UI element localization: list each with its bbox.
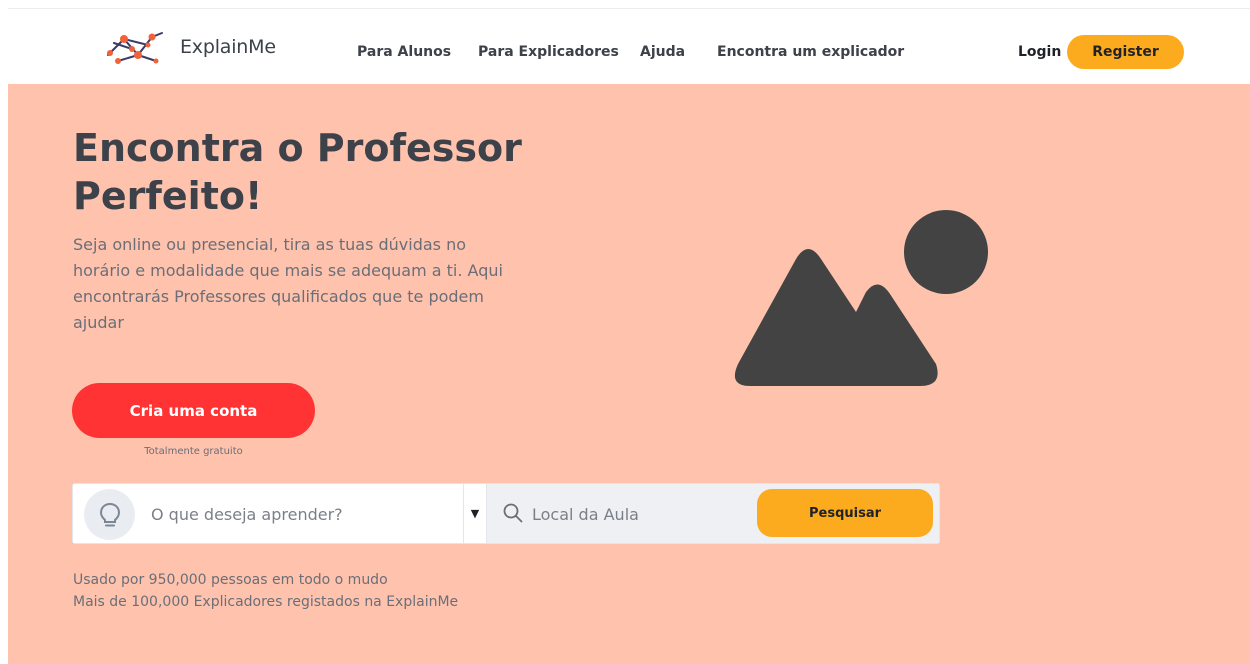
headline-line-2: Perfeito! [73, 174, 263, 218]
chevron-down-icon: ▼ [470, 507, 480, 520]
stats-users-line: Usado por 950,000 pessoas em todo o mudo [73, 572, 388, 588]
top-navigation-bar: ExplainMe Para Alunos Para Explicadores … [8, 8, 1250, 84]
hero-section: Encontra o Professor Perfeito! Seja onli… [8, 84, 1250, 664]
nav-item-ajuda[interactable]: Ajuda [640, 44, 685, 60]
brand-name: ExplainMe [180, 36, 276, 58]
explainme-logo-icon [107, 32, 163, 64]
lightbulb-icon [84, 489, 135, 540]
page-title: Encontra o Professor Perfeito! [73, 124, 593, 220]
nav-item-para-explicadores[interactable]: Para Explicadores [478, 44, 619, 60]
search-icon [503, 503, 523, 523]
stats-tutors-line: Mais de 100,000 Explicadores registados … [73, 594, 459, 610]
search-bar: ▼ Pesquisar [72, 483, 940, 544]
usage-stats: Usado por 950,000 pessoas em todo o mudo… [73, 569, 458, 613]
location-input[interactable] [532, 502, 742, 526]
register-button[interactable]: Register [1067, 35, 1184, 69]
search-button[interactable]: Pesquisar [757, 489, 933, 537]
create-account-button[interactable]: Cria uma conta [72, 383, 315, 438]
subject-dropdown-toggle[interactable]: ▼ [463, 484, 487, 543]
location-search-group: Pesquisar [487, 484, 939, 543]
login-link[interactable]: Login [1018, 44, 1061, 60]
page-frame [0, 0, 8, 664]
headline-line-1: Encontra o Professor [73, 126, 522, 170]
hero-description: Seja online ou presencial, tira as tuas … [73, 235, 503, 332]
subject-search-group [73, 484, 463, 543]
nav-item-encontra-explicador[interactable]: Encontra um explicador [717, 44, 904, 60]
subject-search-input[interactable] [151, 502, 451, 526]
cta-note: Totalmente gratuito [144, 446, 243, 457]
brand-logo[interactable]: ExplainMe [104, 29, 276, 65]
nav-item-para-alunos[interactable]: Para Alunos [357, 44, 451, 60]
image-placeholder-icon [734, 210, 988, 386]
